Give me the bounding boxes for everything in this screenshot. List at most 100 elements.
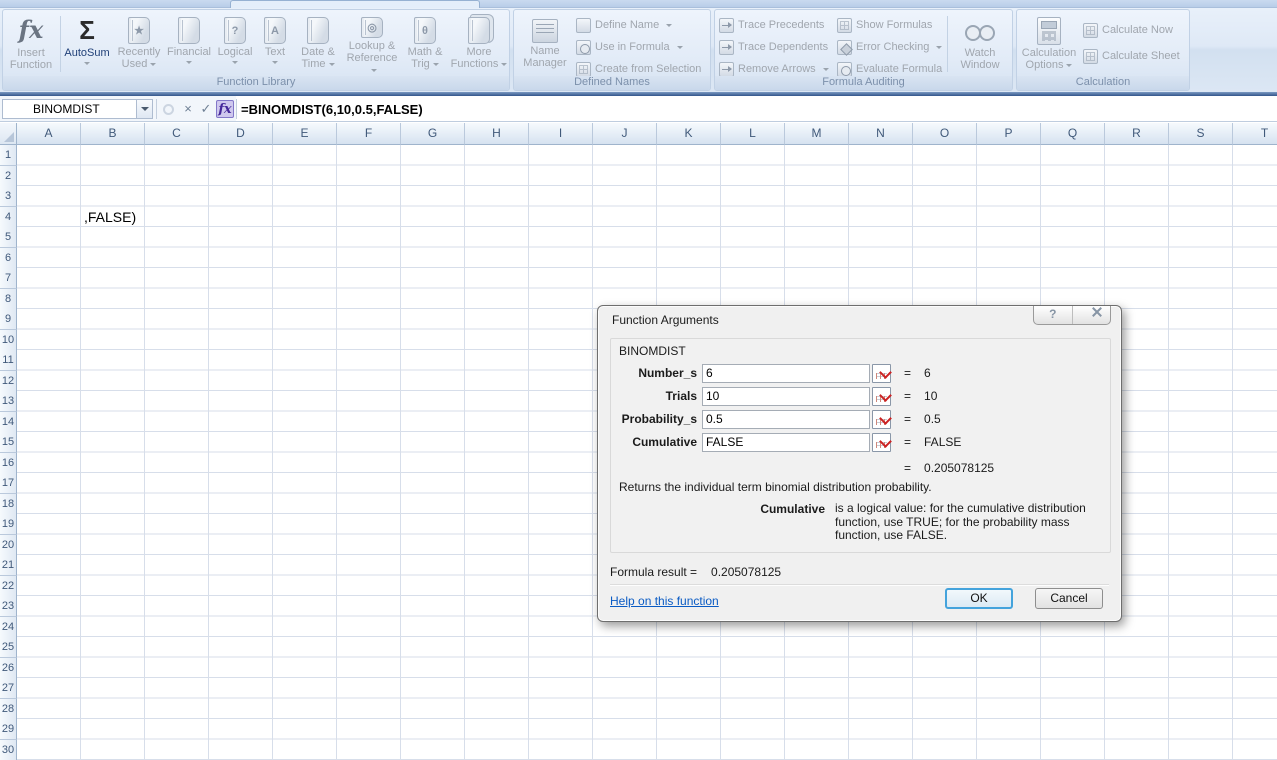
row-header-11[interactable]: 11 xyxy=(0,350,17,371)
formula-input[interactable] xyxy=(241,99,1271,119)
row-header-21[interactable]: 21 xyxy=(0,555,17,576)
more-functions-button[interactable]: More Functions xyxy=(449,12,509,76)
row-header-1[interactable]: 1 xyxy=(0,145,17,166)
cumulative-input[interactable] xyxy=(702,433,870,452)
probability-s-input[interactable] xyxy=(702,410,870,429)
column-header-F[interactable]: F xyxy=(337,123,401,145)
row-header-13[interactable]: 13 xyxy=(0,391,17,412)
calculate-sheet-button[interactable]: Calculate Sheet xyxy=(1083,46,1180,66)
row-header-16[interactable]: 16 xyxy=(0,453,17,474)
column-header-L[interactable]: L xyxy=(721,123,785,145)
row-header-24[interactable]: 24 xyxy=(0,617,17,638)
enter-entry-button[interactable]: ✓ xyxy=(197,100,215,118)
insert-function-fx-button[interactable]: fx xyxy=(216,100,234,118)
recently-used-label: Recently Used xyxy=(118,46,161,70)
row-header-30[interactable]: 30 xyxy=(0,740,17,760)
number-s-input[interactable] xyxy=(702,364,870,383)
name-box[interactable] xyxy=(2,99,137,119)
row-header-14[interactable]: 14 xyxy=(0,412,17,433)
row-header-29[interactable]: 29 xyxy=(0,719,17,740)
date-time-button[interactable]: Date & Time xyxy=(293,12,343,76)
dropdown-arrow-icon xyxy=(936,46,942,49)
dialog-help-button[interactable]: ? xyxy=(1034,306,1072,324)
row-header-25[interactable]: 25 xyxy=(0,637,17,658)
column-header-M[interactable]: M xyxy=(785,123,849,145)
lookup-reference-button[interactable]: ◎ Lookup & Reference xyxy=(343,12,401,76)
watch-window-icon xyxy=(965,23,995,41)
group-label-formula-auditing: Formula Auditing xyxy=(715,76,1012,90)
excel-window: fx Insert Function Σ AutoSum ★ Recently … xyxy=(0,0,1277,760)
column-header-S[interactable]: S xyxy=(1169,123,1233,145)
row-header-2[interactable]: 2 xyxy=(0,166,17,187)
row-header-15[interactable]: 15 xyxy=(0,432,17,453)
column-header-J[interactable]: J xyxy=(593,123,657,145)
text-button[interactable]: A Text xyxy=(257,12,293,76)
dialog-close-button[interactable] xyxy=(1072,306,1111,324)
insert-function-button[interactable]: fx Insert Function xyxy=(3,12,59,76)
column-header-A[interactable]: A xyxy=(17,123,81,145)
column-header-N[interactable]: N xyxy=(849,123,913,145)
show-formulas-button[interactable]: Show Formulas xyxy=(837,15,932,35)
define-name-button[interactable]: Define Name xyxy=(576,15,672,35)
collapse-dialog-icon[interactable] xyxy=(872,387,891,406)
column-header-T[interactable]: T xyxy=(1233,123,1277,145)
row-header-5[interactable]: 5 xyxy=(0,227,17,248)
row-header-19[interactable]: 19 xyxy=(0,514,17,535)
row-header-26[interactable]: 26 xyxy=(0,658,17,679)
ok-button[interactable]: OK xyxy=(945,588,1013,609)
row-header-28[interactable]: 28 xyxy=(0,699,17,720)
column-header-G[interactable]: G xyxy=(401,123,465,145)
group-label-function-library: Function Library xyxy=(3,76,509,90)
collapse-dialog-icon[interactable] xyxy=(872,364,891,383)
use-in-formula-button[interactable]: Use in Formula xyxy=(576,37,683,57)
collapse-dialog-icon[interactable] xyxy=(872,410,891,429)
column-header-R[interactable]: R xyxy=(1105,123,1169,145)
cancel-button[interactable]: Cancel xyxy=(1035,588,1103,609)
row-header-7[interactable]: 7 xyxy=(0,268,17,289)
row-header-18[interactable]: 18 xyxy=(0,494,17,515)
watch-window-button[interactable]: Watch Window xyxy=(951,12,1009,76)
column-header-B[interactable]: B xyxy=(81,123,145,145)
autosum-button[interactable]: Σ AutoSum xyxy=(62,12,112,76)
calculation-options-button[interactable]: Calculation Options xyxy=(1021,12,1077,76)
column-header-Q[interactable]: Q xyxy=(1041,123,1105,145)
logical-button[interactable]: ? Logical xyxy=(213,12,257,76)
text-icon: A xyxy=(264,17,286,44)
row-header-3[interactable]: 3 xyxy=(0,186,17,207)
column-header-I[interactable]: I xyxy=(529,123,593,145)
row-header-17[interactable]: 17 xyxy=(0,473,17,494)
column-header-D[interactable]: D xyxy=(209,123,273,145)
row-header-6[interactable]: 6 xyxy=(0,248,17,269)
row-header-4[interactable]: 4 xyxy=(0,207,17,228)
row-header-9[interactable]: 9 xyxy=(0,309,17,330)
row-header-22[interactable]: 22 xyxy=(0,576,17,597)
column-header-O[interactable]: O xyxy=(913,123,977,145)
recently-used-button[interactable]: ★ Recently Used xyxy=(113,12,165,76)
column-header-E[interactable]: E xyxy=(273,123,337,145)
more-functions-icon xyxy=(468,17,490,44)
financial-button[interactable]: Financial xyxy=(165,12,213,76)
cancel-entry-button[interactable]: × xyxy=(179,100,197,118)
error-checking-button[interactable]: Error Checking xyxy=(837,37,942,57)
row-header-20[interactable]: 20 xyxy=(0,535,17,556)
help-on-this-function-link[interactable]: Help on this function xyxy=(610,594,719,608)
trace-dependents-button[interactable]: Trace Dependents xyxy=(719,37,828,57)
row-header-23[interactable]: 23 xyxy=(0,596,17,617)
collapse-dialog-icon[interactable] xyxy=(872,433,891,452)
trace-precedents-button[interactable]: Trace Precedents xyxy=(719,15,824,35)
name-manager-button[interactable]: Name Manager xyxy=(518,12,572,76)
remove-arrows-label: Remove Arrows xyxy=(738,63,816,75)
column-header-H[interactable]: H xyxy=(465,123,529,145)
column-header-P[interactable]: P xyxy=(977,123,1041,145)
column-header-K[interactable]: K xyxy=(657,123,721,145)
row-header-27[interactable]: 27 xyxy=(0,678,17,699)
formulas-tab-sliver[interactable] xyxy=(230,0,480,8)
trials-input[interactable] xyxy=(702,387,870,406)
math-trig-button[interactable]: θ Math & Trig xyxy=(401,12,449,76)
row-header-10[interactable]: 10 xyxy=(0,330,17,351)
calculate-now-button[interactable]: Calculate Now xyxy=(1083,20,1173,40)
row-header-12[interactable]: 12 xyxy=(0,371,17,392)
column-header-C[interactable]: C xyxy=(145,123,209,145)
name-box-dropdown[interactable] xyxy=(137,99,153,119)
row-header-8[interactable]: 8 xyxy=(0,289,17,310)
